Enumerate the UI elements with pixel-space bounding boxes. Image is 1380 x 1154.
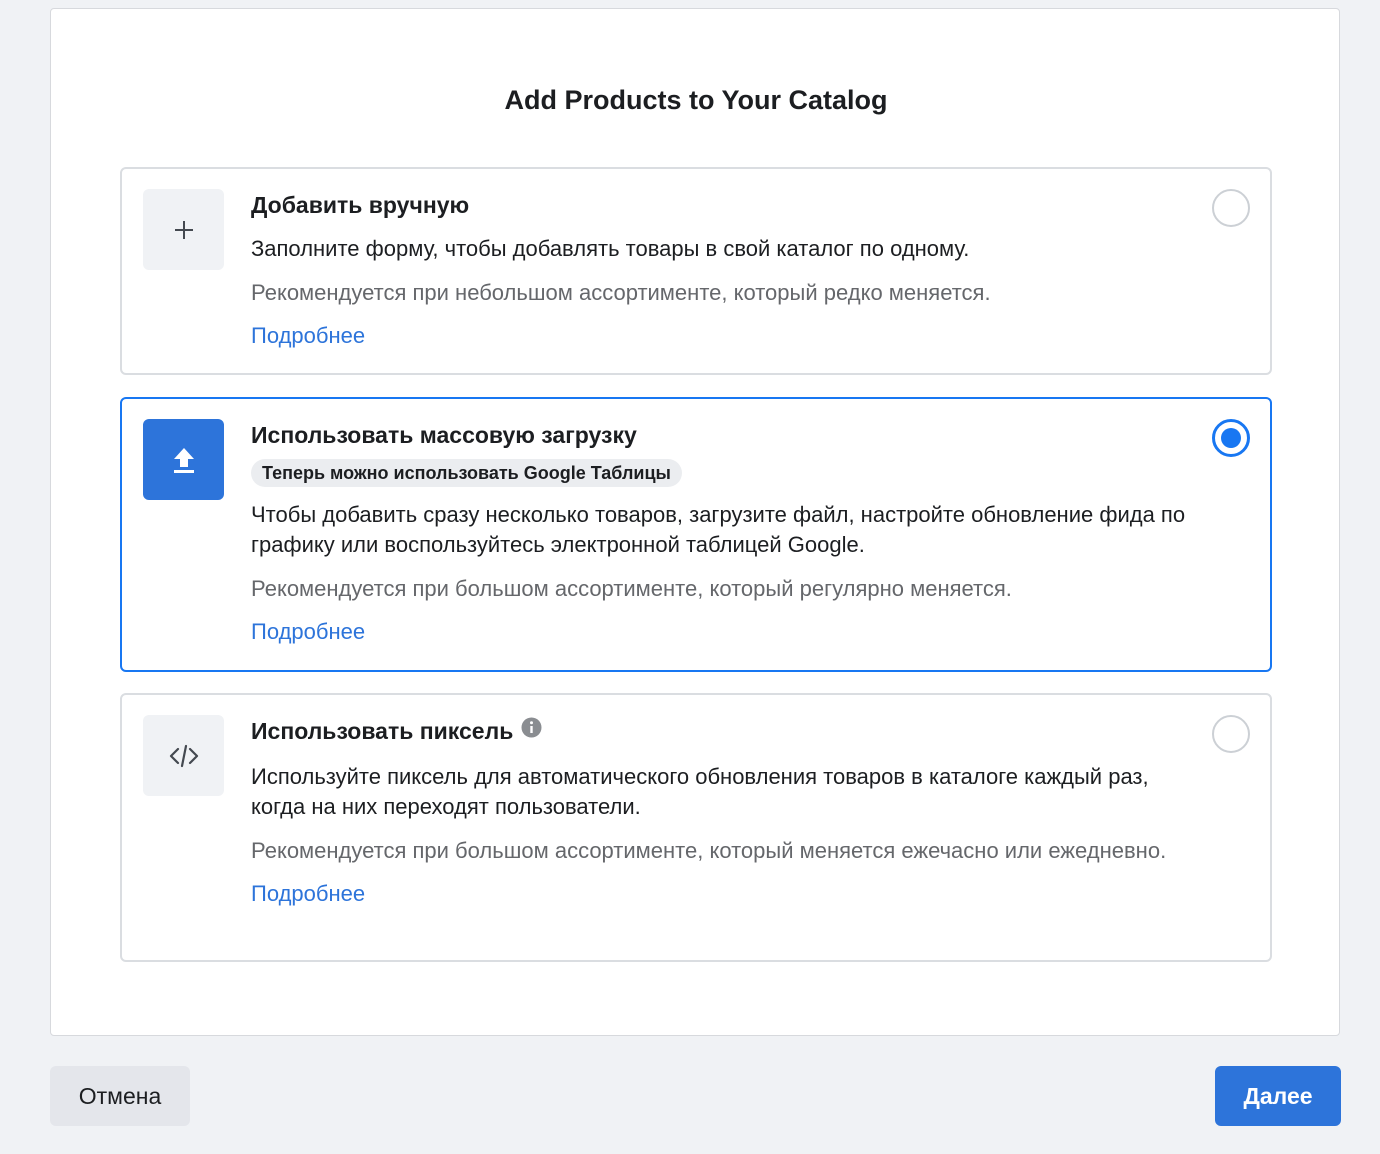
option-title-row: Использовать пиксель bbox=[251, 715, 1200, 747]
option-title: Добавить вручную bbox=[251, 192, 470, 218]
option-recommendation: Рекомендуется при большом ассортименте, … bbox=[251, 838, 1167, 863]
option-icon-box bbox=[143, 189, 224, 270]
learn-more-link[interactable]: Подробнее bbox=[251, 321, 365, 351]
info-icon[interactable] bbox=[521, 717, 542, 738]
option-title: Использовать пиксель bbox=[251, 718, 514, 744]
option-title: Использовать массовую загрузку bbox=[251, 422, 637, 448]
option-bulk-upload[interactable]: Использовать массовую загрузку Теперь мо… bbox=[120, 397, 1272, 672]
option-icon-box bbox=[143, 715, 224, 796]
option-description: Заполните форму, чтобы добавлять товары … bbox=[251, 236, 970, 261]
next-button[interactable]: Далее bbox=[1215, 1066, 1341, 1126]
learn-more-link[interactable]: Подробнее bbox=[251, 617, 365, 647]
catalog-dialog-panel: Add Products to Your Catalog Добавить вр… bbox=[50, 8, 1340, 1036]
option-recommendation: Рекомендуется при большом ассортименте, … bbox=[251, 576, 1012, 601]
cancel-button[interactable]: Отмена bbox=[50, 1066, 190, 1126]
option-radio[interactable] bbox=[1212, 189, 1250, 227]
option-radio[interactable] bbox=[1212, 715, 1250, 753]
dialog-title: Add Products to Your Catalog bbox=[504, 85, 888, 115]
plus-icon bbox=[174, 220, 193, 239]
code-icon bbox=[169, 744, 198, 767]
option-add-manually[interactable]: Добавить вручную Заполните форму, чтобы … bbox=[120, 167, 1272, 375]
option-description: Используйте пиксель для автоматического … bbox=[251, 764, 1149, 819]
learn-more-link[interactable]: Подробнее bbox=[251, 879, 365, 909]
google-sheets-badge: Теперь можно использовать Google Таблицы bbox=[251, 459, 682, 487]
upload-icon bbox=[173, 447, 194, 473]
option-recommendation: Рекомендуется при небольшом ассортименте… bbox=[251, 280, 991, 305]
option-description: Чтобы добавить сразу несколько товаров, … bbox=[251, 502, 1186, 557]
option-pixel[interactable]: Использовать пиксель Используйте пиксель… bbox=[120, 693, 1272, 962]
option-radio-checked[interactable] bbox=[1212, 419, 1250, 457]
option-icon-box bbox=[143, 419, 224, 500]
